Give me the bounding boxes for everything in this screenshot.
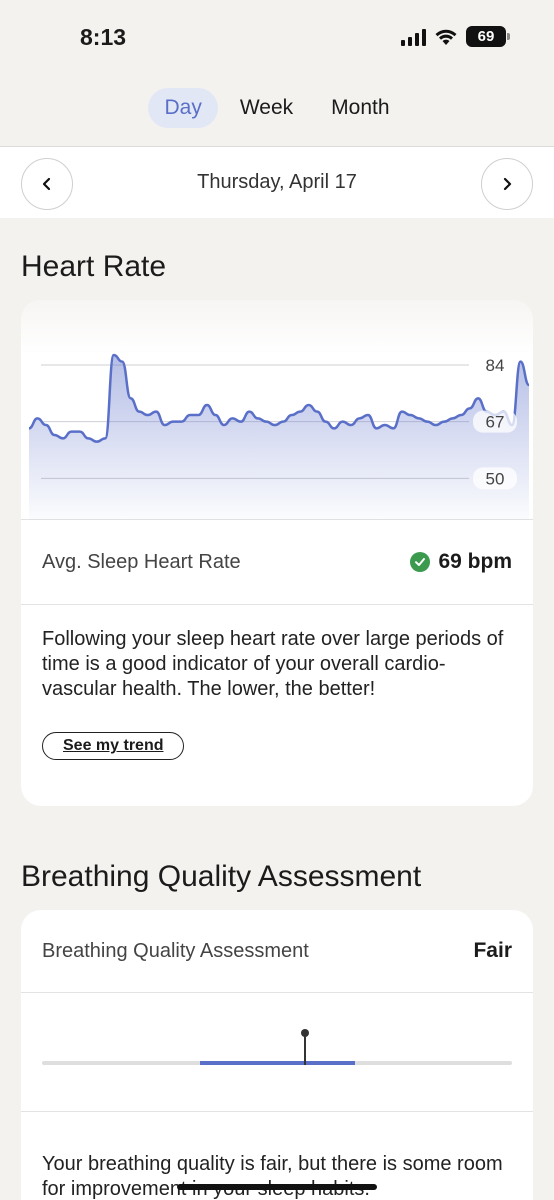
y-tick-label: 67 <box>486 413 505 432</box>
breathing-card: Breathing Quality Assessment Fair Your b… <box>21 910 533 1200</box>
chevron-left-icon <box>42 177 51 191</box>
heart-rate-card: 84 67 50 Avg. Sleep Heart Rate 69 bpm Foll… <box>21 300 533 806</box>
heart-rate-description: Following your sleep heart rate over lar… <box>42 628 504 700</box>
home-indicator <box>177 1184 377 1190</box>
heart-rate-chart: 84 67 50 <box>21 300 533 520</box>
tab-week[interactable]: Week <box>224 88 309 128</box>
status-time: 8:13 <box>80 24 127 50</box>
tab-month[interactable]: Month <box>315 88 405 128</box>
heart-rate-title: Heart Rate <box>21 250 167 283</box>
avg-heart-rate-label: Avg. Sleep Heart Rate <box>42 550 241 573</box>
breathing-description: Your breathing quality is fair, but ther… <box>42 1153 503 1200</box>
divider <box>21 604 533 605</box>
breathing-quality-label: Breathing Quality Assessment <box>42 939 309 962</box>
breathing-quality-row: Breathing Quality Assessment Fair <box>21 910 533 992</box>
period-tabs: Day Week Month <box>0 88 554 128</box>
check-circle-icon <box>410 552 431 572</box>
battery-icon: 69 <box>466 26 510 47</box>
breathing-title: Breathing Quality Assessment <box>21 860 422 893</box>
next-day-button[interactable] <box>481 158 533 210</box>
previous-day-button[interactable] <box>21 158 73 210</box>
avg-heart-rate-value: 69 bpm <box>438 550 512 573</box>
scale-marker <box>301 1029 310 1065</box>
heart-rate-chart-svg: 84 67 50 <box>28 353 530 520</box>
divider <box>21 1111 533 1112</box>
tab-day[interactable]: Day <box>148 88 218 128</box>
cellular-signal-icon <box>401 28 426 46</box>
avg-heart-rate-row: Avg. Sleep Heart Rate 69 bpm <box>21 520 533 604</box>
y-tick-label: 84 <box>486 356 505 375</box>
breathing-quality-value: Fair <box>473 939 512 962</box>
breathing-quality-scale <box>21 993 533 1111</box>
see-my-trend-button[interactable]: See my trend <box>42 732 185 760</box>
date-navigation: Thursday, April 17 <box>0 146 554 218</box>
y-tick-label: 50 <box>486 469 505 488</box>
status-icons: 69 <box>401 26 510 47</box>
avg-heart-rate-value-group: 69 bpm <box>410 550 512 574</box>
wifi-icon <box>435 29 457 45</box>
scale-fair-segment <box>200 1061 355 1065</box>
status-bar: 8:13 69 <box>0 0 554 72</box>
chevron-right-icon <box>503 177 512 191</box>
current-date: Thursday, April 17 <box>197 171 357 193</box>
